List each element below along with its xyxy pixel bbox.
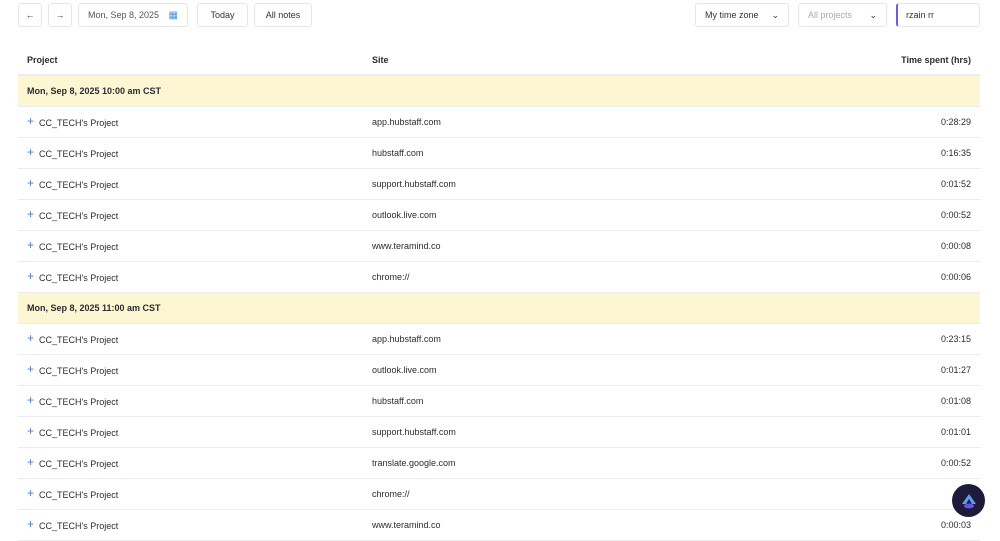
- date-value: Mon, Sep 8, 2025: [88, 10, 160, 20]
- table-row: + CC_TECH's Project app.hubstaff.com 0:23:1…: [18, 324, 980, 355]
- timezone-select[interactable]: My time zone ⌄: [695, 3, 789, 27]
- site-name: chrome://: [372, 489, 410, 499]
- time-spent: 0:16:35: [940, 148, 971, 158]
- table-row: + CC_TECH's Project hubstaff.com 0:16:35: [18, 138, 980, 169]
- site-name: hubstaff.com: [372, 396, 424, 406]
- today-button[interactable]: Today: [197, 3, 248, 27]
- site-name: app.hubstaff.com: [372, 117, 441, 127]
- time-spent: 0:00:52: [940, 458, 971, 468]
- user-select[interactable]: rzain rr: [896, 3, 980, 27]
- project-name: CC_TECH's Project: [39, 242, 119, 252]
- expand-plus-icon[interactable]: +: [27, 207, 34, 221]
- calendar-icon: ▦: [168, 9, 178, 21]
- table-header: Project Site Time spent (hrs): [18, 45, 980, 76]
- header-time: Time spent (hrs): [901, 54, 971, 65]
- project-name: CC_TECH's Project: [39, 521, 119, 531]
- expand-plus-icon[interactable]: +: [27, 145, 34, 159]
- project-name: CC_TECH's Project: [39, 180, 119, 190]
- all-notes-button[interactable]: All notes: [254, 3, 312, 27]
- header-site: Site: [372, 54, 389, 65]
- expand-plus-icon[interactable]: +: [27, 486, 34, 500]
- chevron-down-icon: ⌄: [771, 9, 779, 20]
- chat-assistant-button[interactable]: [952, 484, 985, 517]
- assistant-logo-icon: [961, 493, 976, 508]
- date-picker[interactable]: Mon, Sep 8, 2025 ▦: [78, 3, 188, 27]
- project-name: CC_TECH's Project: [39, 397, 119, 407]
- table-row: + CC_TECH's Project www.teramind.co 0:00:03: [18, 510, 980, 541]
- site-name: www.teramind.co: [372, 241, 441, 251]
- next-day-button[interactable]: →: [48, 3, 72, 27]
- time-spent: 0:00:03: [940, 520, 971, 530]
- group-row: Mon, Sep 8, 2025 10:00 am CST: [18, 76, 980, 107]
- project-name: CC_TECH's Project: [39, 366, 119, 376]
- expand-plus-icon[interactable]: +: [27, 424, 34, 438]
- expand-plus-icon[interactable]: +: [27, 176, 34, 190]
- site-name: hubstaff.com: [372, 148, 424, 158]
- projects-placeholder: All projects: [808, 10, 853, 20]
- header-project: Project: [27, 54, 58, 65]
- site-name: support.hubstaff.com: [372, 427, 456, 437]
- table-row: + CC_TECH's Project app.hubstaff.com 0:28:2…: [18, 107, 980, 138]
- table-row: + CC_TECH's Project www.teramind.co 0:00:08: [18, 231, 980, 262]
- expand-plus-icon[interactable]: +: [27, 362, 34, 376]
- time-spent: 0:00:06: [940, 272, 971, 282]
- timezone-value: My time zone: [705, 10, 759, 20]
- site-name: www.teramind.co: [372, 520, 441, 530]
- time-spent: 0:23:15: [940, 334, 971, 344]
- group-row: Mon, Sep 8, 2025 11:00 am CST: [18, 293, 980, 324]
- chevron-down-icon: ⌄: [869, 9, 877, 20]
- group-label: Mon, Sep 8, 2025 10:00 am CST: [27, 86, 162, 96]
- projects-select[interactable]: All projects ⌄: [798, 3, 887, 27]
- table-row: + CC_TECH's Project outlook.live.com 0:00:5…: [18, 200, 980, 231]
- site-name: outlook.live.com: [372, 210, 437, 220]
- time-spent: 0:00:52: [940, 210, 971, 220]
- expand-plus-icon[interactable]: +: [27, 517, 34, 531]
- expand-plus-icon[interactable]: +: [27, 114, 34, 128]
- project-name: CC_TECH's Project: [39, 273, 119, 283]
- time-spent: 0:01:27: [940, 365, 971, 375]
- activity-table: Project Site Time spent (hrs) Mon, Sep 8…: [18, 45, 980, 541]
- table-row: + CC_TECH's Project support.hubstaff.com 0:…: [18, 169, 980, 200]
- table-row: + CC_TECH's Project outlook.live.com 0:01:2…: [18, 355, 980, 386]
- project-name: CC_TECH's Project: [39, 335, 119, 345]
- time-spent: 0:01:52: [940, 179, 971, 189]
- arrow-left-icon: ←: [25, 10, 35, 20]
- project-name: CC_TECH's Project: [39, 149, 119, 159]
- site-name: outlook.live.com: [372, 365, 437, 375]
- time-spent: 0:00:08: [940, 241, 971, 251]
- time-spent: 0:01:01: [940, 427, 971, 437]
- site-name: translate.google.com: [372, 458, 456, 468]
- table-row: +CC_TECH's Projectchrome://0:0: [18, 479, 980, 510]
- project-name: CC_TECH's Project: [39, 118, 119, 128]
- project-name: CC_TECH's Project: [39, 490, 119, 500]
- expand-plus-icon[interactable]: +: [27, 331, 34, 345]
- table-row: + CC_TECH's Project chrome:// 0:00:06: [18, 262, 980, 293]
- time-spent: 0:01:08: [940, 396, 971, 406]
- expand-plus-icon[interactable]: +: [27, 238, 34, 252]
- expand-plus-icon[interactable]: +: [27, 455, 34, 469]
- expand-plus-icon[interactable]: +: [27, 269, 34, 283]
- site-name: app.hubstaff.com: [372, 334, 441, 344]
- prev-day-button[interactable]: ←: [18, 3, 42, 27]
- arrow-right-icon: →: [55, 10, 65, 20]
- table-row: + CC_TECH's Project hubstaff.com 0:01:08: [18, 386, 980, 417]
- project-name: CC_TECH's Project: [39, 459, 119, 469]
- table-row: + CC_TECH's Project translate.google.com 0:…: [18, 448, 980, 479]
- site-name: chrome://: [372, 272, 410, 282]
- project-name: CC_TECH's Project: [39, 428, 119, 438]
- project-name: CC_TECH's Project: [39, 211, 119, 221]
- expand-plus-icon[interactable]: +: [27, 393, 34, 407]
- time-spent: 0:28:29: [940, 117, 971, 127]
- site-name: support.hubstaff.com: [372, 179, 456, 189]
- table-row: + CC_TECH's Project support.hubstaff.com 0:…: [18, 417, 980, 448]
- group-label: Mon, Sep 8, 2025 11:00 am CST: [27, 303, 161, 313]
